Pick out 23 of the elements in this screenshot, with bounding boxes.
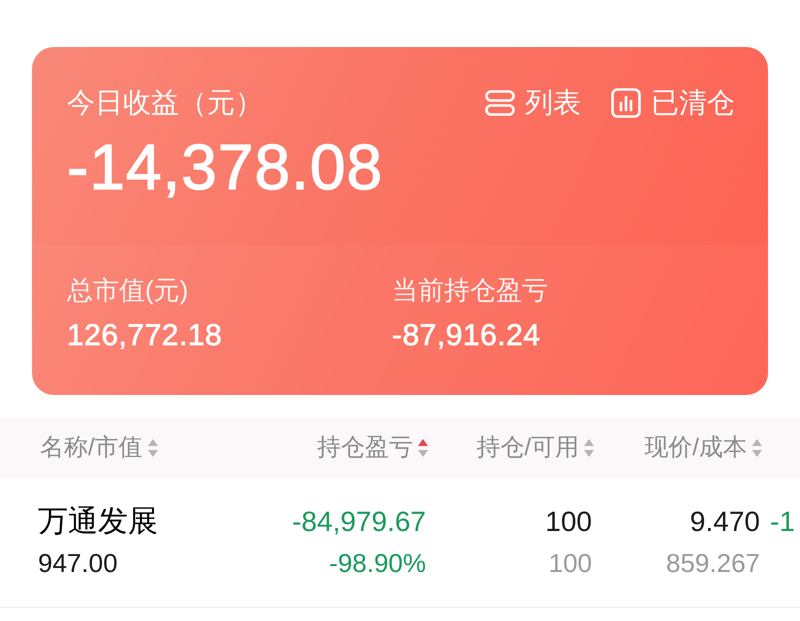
cleared-positions-button[interactable]: 已清仓 [611,86,735,120]
profit-loss-amount: -84,979.67 [292,505,426,539]
list-view-button[interactable]: 列表 [485,86,581,120]
position-quantity: 100 [545,505,592,539]
bar-chart-icon [611,88,641,118]
market-value: 947.00 [38,548,118,578]
stock-name: 万通发展 [38,504,158,540]
stat-label: 总市值(元) [67,274,190,306]
column-header[interactable]: 名称/市值 [40,433,158,463]
available-quantity: 100 [548,548,592,578]
column-header[interactable]: 持仓盈亏 [317,433,428,463]
current-price: 9.470 [690,505,760,539]
cost-price: 859.267 [666,548,760,578]
stat-value: 126,772.18 [67,318,224,354]
stat-value: -87,916.24 [392,318,542,354]
cut-off-value: -1 [770,505,795,539]
list-icon [485,90,515,116]
profit-loss-percent: -98.90% [329,548,426,578]
today-profit-label: 今日收益（元） [67,86,263,120]
column-header[interactable]: 现价/成本 [644,433,762,463]
column-header[interactable]: 持仓/可用 [476,433,594,463]
today-profit-value: -14,378.08 [67,132,384,202]
stat-label: 当前持仓盈亏 [392,274,549,306]
